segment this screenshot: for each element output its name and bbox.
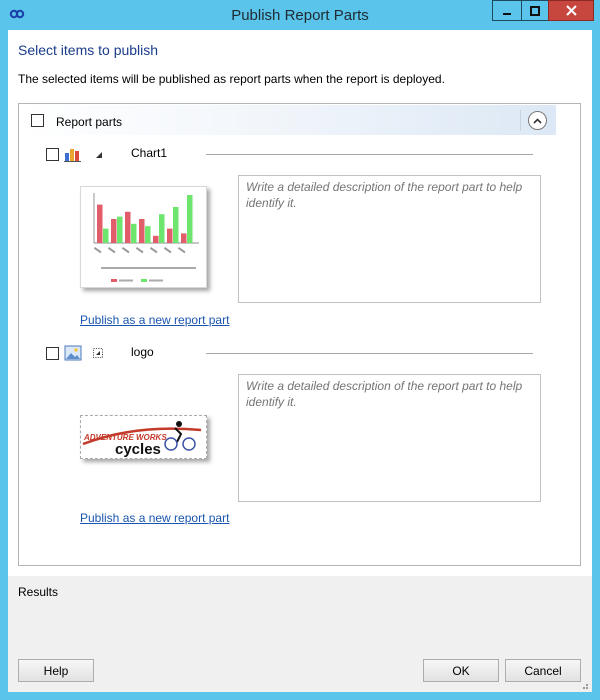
chart-bar	[159, 214, 165, 243]
chart-bar	[117, 216, 123, 243]
close-icon	[565, 5, 577, 16]
title-bar: Publish Report Parts	[0, 0, 600, 30]
chart1-publish-link[interactable]: Publish as a new report part	[80, 313, 229, 327]
svg-text:cycles: cycles	[115, 441, 161, 458]
collapse-button[interactable]	[528, 111, 547, 130]
logo-thumbnail: ADVENTURE WORKS cycles	[80, 415, 207, 459]
chart-bar	[181, 233, 187, 243]
resize-grip-icon[interactable]	[580, 684, 588, 690]
chart-bar	[103, 228, 109, 243]
page-heading: Select items to publish	[18, 42, 159, 58]
report-parts-box[interactable]: Report parts Chart1 Write a detailed des…	[18, 103, 581, 566]
minimize-icon	[503, 12, 511, 15]
item-separator	[206, 154, 533, 155]
logo-description-input[interactable]	[238, 374, 541, 502]
maximize-icon	[530, 5, 540, 16]
chart1-thumbnail	[80, 186, 207, 288]
minimize-button[interactable]	[492, 0, 522, 21]
chart-bar	[145, 226, 151, 243]
chart1-name: Chart1	[131, 146, 168, 160]
results-label: Results	[18, 585, 59, 599]
item-separator	[206, 353, 533, 354]
group-header: Report parts	[20, 105, 556, 135]
logo-name: logo	[131, 345, 154, 359]
page-subtext: The selected items will be published as …	[18, 72, 445, 86]
maximize-button[interactable]	[521, 0, 549, 21]
chart-bar	[173, 207, 179, 243]
close-button[interactable]	[548, 0, 594, 21]
chart-bar	[125, 211, 131, 243]
logo-preview: ADVENTURE WORKS cycles	[82, 421, 202, 458]
chart1-checkbox[interactable]	[46, 148, 59, 161]
chart-bar	[187, 195, 193, 243]
chart-bar	[153, 235, 159, 243]
main-panel: Select items to publish The selected ite…	[8, 30, 592, 576]
image-icon	[64, 345, 82, 361]
expand-triangle-icon[interactable]	[93, 348, 103, 358]
expand-triangle-icon[interactable]	[94, 150, 104, 160]
report-parts-checkbox[interactable]	[31, 114, 44, 127]
logo-publish-link[interactable]: Publish as a new report part	[80, 511, 229, 525]
bar-chart-icon	[64, 149, 81, 162]
chart-bar	[167, 228, 173, 243]
header-divider	[520, 110, 521, 131]
chart-bar	[97, 204, 103, 243]
ok-button[interactable]: OK	[423, 659, 499, 682]
dialog-client: Select items to publish The selected ite…	[8, 30, 592, 692]
chart1-preview	[93, 193, 199, 282]
group-label: Report parts	[56, 115, 123, 129]
cancel-button[interactable]: Cancel	[505, 659, 581, 682]
chevron-up-icon	[533, 117, 542, 124]
help-button[interactable]: Help	[18, 659, 94, 682]
chart-bar	[111, 219, 117, 243]
chart1-description-input[interactable]	[238, 175, 541, 303]
logo-checkbox[interactable]	[46, 347, 59, 360]
chart-bar	[139, 219, 145, 243]
chart-bar	[131, 223, 137, 243]
